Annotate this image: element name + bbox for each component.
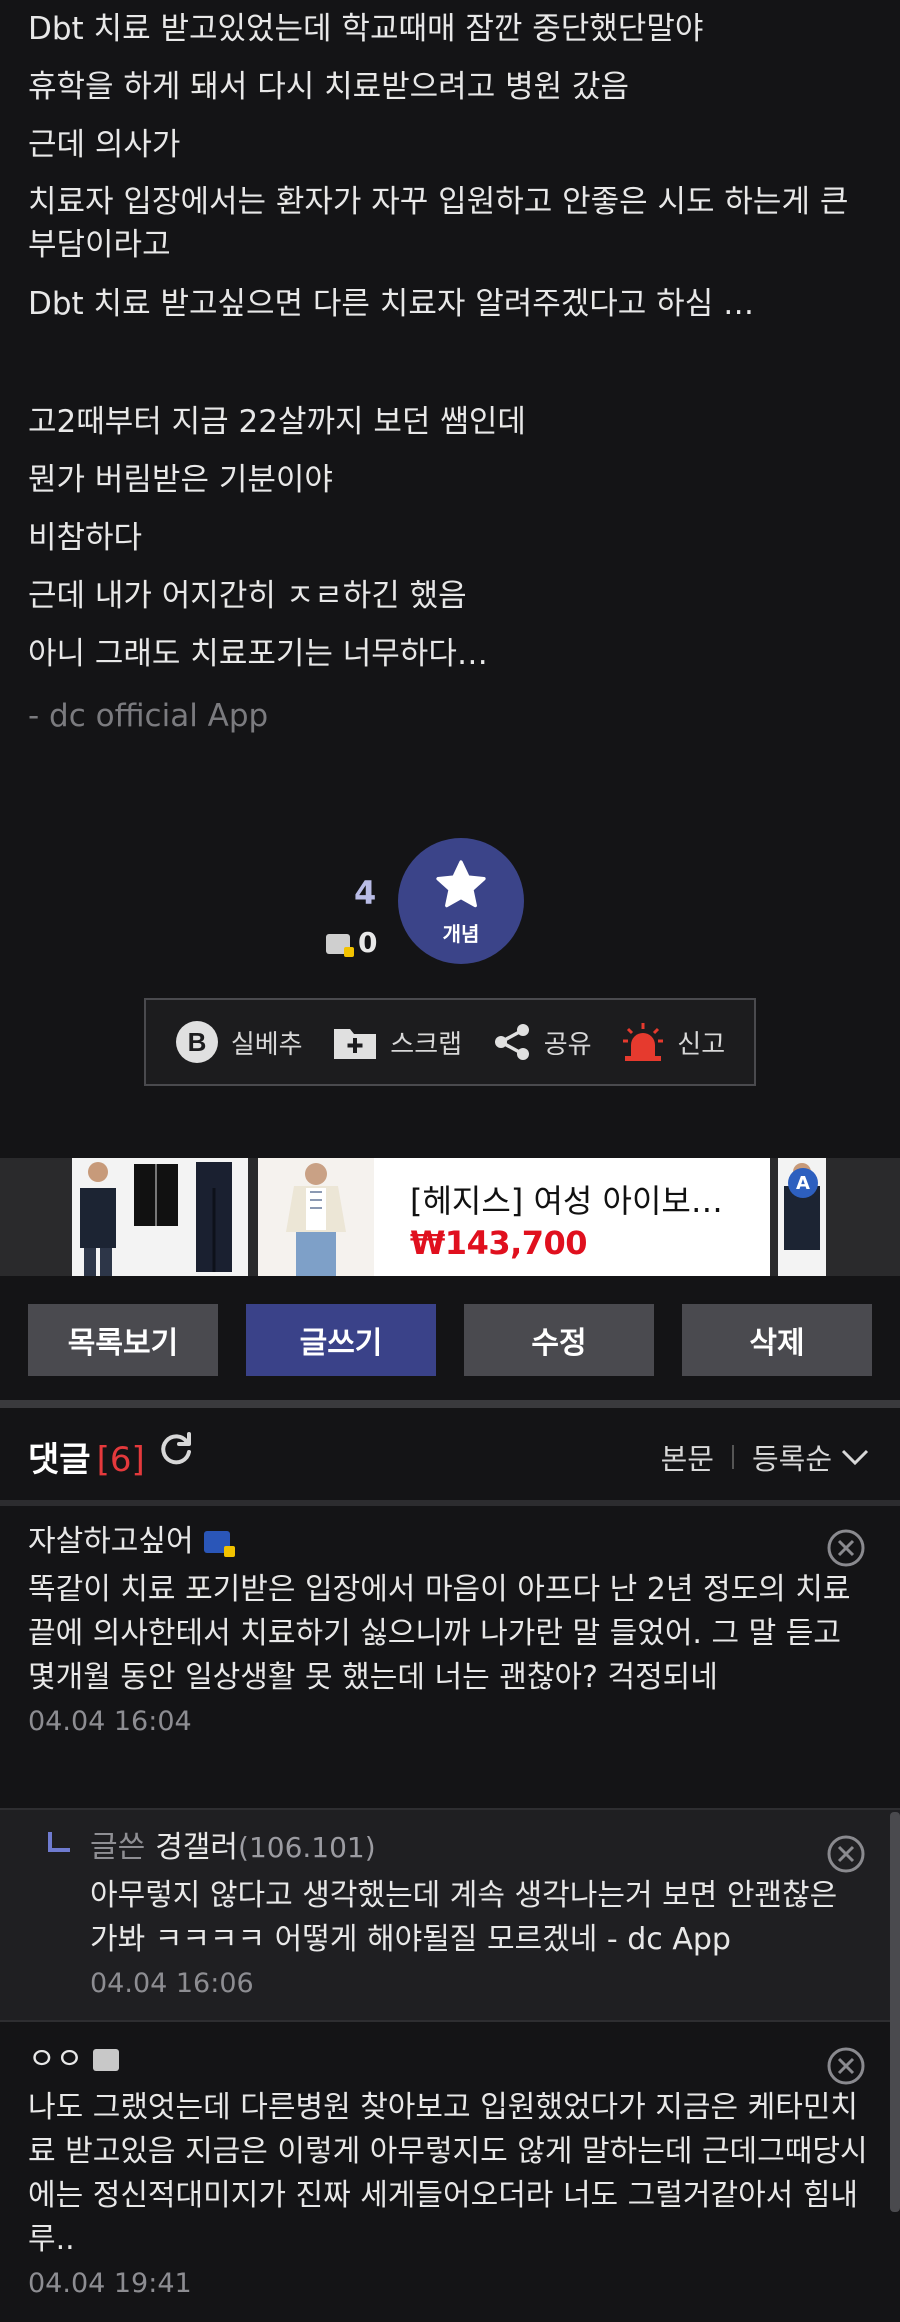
scrap-button[interactable]: 스크랩 — [332, 1023, 462, 1061]
ad-banner[interactable]: [헤지스] 여성 아이보… ₩143,700 A — [0, 1158, 900, 1276]
svg-text:B: B — [187, 1027, 206, 1057]
siren-icon — [623, 1023, 664, 1061]
comment-nickname[interactable]: ㅇㅇ — [28, 2040, 83, 2080]
comment-author: ㅇㅇ — [28, 2040, 870, 2080]
best-b-icon: B — [175, 1021, 218, 1063]
post-line: 휴학을 하게 돼서 다시 치료받으려고 병원 갔음 — [28, 69, 630, 105]
ad-badge-icon: A — [788, 1168, 818, 1198]
edit-button[interactable]: 수정 — [464, 1304, 654, 1376]
post-line: 고2때부터 지금 22살까지 보던 쌤인데 — [28, 404, 526, 440]
post-body: Dbt 치료 받고있었는데 학교때매 잠깐 중단했단말야 휴학을 하게 돼서 다… — [28, 0, 878, 745]
comment-item: ㅇㅇ 나도 그랬엇는데 다른병원 찾아보고 입원했었다가 지금은 케타민치료 받… — [0, 2040, 900, 2299]
comment-sort: 본문 등록순 — [661, 1436, 870, 1478]
post-line: 아니 그래도 치료포기는 너무하다… — [28, 636, 488, 672]
reply-nickname[interactable]: 경갤러(106.101) — [155, 1828, 375, 1868]
scrollbar[interactable] — [890, 1812, 900, 2212]
post-line: 치료자 입장에서는 환자가 자꾸 입원하고 안좋은 시도 하는게 큰 부담이라고 — [28, 184, 849, 263]
half-fixed-user-badge-icon — [93, 2049, 120, 2071]
share-icon — [494, 1024, 529, 1060]
comment-item: 자살하고싶어 똑같이 치료 포기받은 입장에서 마음이 아프다 난 2년 정도의… — [0, 1522, 900, 1737]
reply-text: 아무렇지 않다고 생각했는데 계속 생각나는거 보면 안괜찮은가봐 ㅋㅋㅋㅋ 어… — [90, 1878, 838, 1957]
write-button[interactable]: 글쓰기 — [246, 1304, 436, 1376]
comments-divider — [0, 1500, 900, 1506]
comments-header: 댓글 [6] 본문 등록순 — [0, 1408, 900, 1500]
fixed-count-value: 0 — [358, 926, 378, 959]
report-button[interactable]: 신고 — [621, 1021, 725, 1063]
comment-nickname[interactable]: 자살하고싶어 — [28, 1522, 194, 1562]
sort-order-select[interactable]: 등록순 — [752, 1436, 870, 1478]
delete-button[interactable]: 삭제 — [682, 1304, 872, 1376]
fixed-user-icon — [326, 934, 354, 957]
post-signature: - dc official App — [28, 698, 269, 734]
ad-product-image-women — [258, 1158, 374, 1276]
post-line: 근데 내가 어지간히 ㅈㄹ하긴 했음 — [28, 578, 467, 614]
comment-date: 04.04 16:04 — [28, 1706, 192, 1737]
recommend-button[interactable]: 개념 — [398, 838, 524, 964]
sort-separator — [731, 1445, 734, 1469]
section-divider — [0, 1400, 900, 1408]
comments-title: 댓글 [6] — [28, 1432, 145, 1481]
scrap-folder-icon — [334, 1029, 377, 1059]
comment-separator — [0, 2020, 900, 2022]
post-line: Dbt 치료 받고있었는데 학교때매 잠깐 중단했단말야 — [28, 11, 704, 47]
comment-text: 나도 그랬엇는데 다른병원 찾아보고 입원했었다가 지금은 케타민치료 받고있음… — [28, 2090, 868, 2257]
action-label: 공유 — [543, 1029, 592, 1060]
comment-delete-icon[interactable] — [826, 1528, 866, 1568]
post-action-bar: B 실베추 스크랩 공유 신고 — [144, 998, 756, 1086]
recommend-count: 4 — [354, 874, 377, 912]
reply-author: 글쓴 경갤러(106.101) — [90, 1828, 864, 1868]
ad-product-image-men — [72, 1158, 248, 1276]
reply-nickname-text: 경갤러 — [155, 1830, 239, 1865]
action-label: 신고 — [677, 1029, 726, 1060]
comment-author: 자살하고싶어 — [28, 1522, 870, 1562]
ad-title: [헤지스] 여성 아이보… — [410, 1182, 723, 1220]
refresh-icon[interactable] — [156, 1430, 196, 1470]
reply-item: 글쓴 경갤러(106.101) 아무렇지 않다고 생각했는데 계속 생각나는거 … — [0, 1828, 900, 1999]
reply-date: 04.04 16:06 — [90, 1968, 254, 1999]
post-line: 뭔가 버림받은 기분이야 — [28, 462, 333, 498]
best-recommend-button[interactable]: B 실베추 — [175, 1020, 303, 1064]
star-icon — [436, 859, 486, 907]
comments-title-text: 댓글 — [28, 1440, 91, 1480]
share-button[interactable]: 공유 — [492, 1022, 592, 1062]
comment-delete-icon[interactable] — [826, 2046, 866, 2086]
comment-date: 04.04 19:41 — [28, 2268, 192, 2299]
action-label: 스크랩 — [390, 1029, 463, 1060]
fixed-user-badge-icon — [203, 1531, 235, 1557]
post-line: 비참하다 — [28, 520, 143, 556]
reply-author-prefix: 글쓴 — [90, 1830, 146, 1865]
post-line: Dbt 치료 받고싶으면 다른 치료자 알려주겠다고 하심 … — [28, 286, 755, 322]
vote-area: 4 0 개념 — [0, 838, 900, 968]
chevron-down-icon — [841, 1449, 869, 1466]
fixed-recommend-count: 0 — [326, 926, 377, 959]
ad-price: ₩143,700 — [410, 1224, 588, 1262]
list-button[interactable]: 목록보기 — [28, 1304, 218, 1376]
comment-text: 똑같이 치료 포기받은 입장에서 마음이 아프다 난 2년 정도의 치료 끝에 … — [28, 1572, 851, 1695]
recommend-button-label: 개념 — [442, 921, 480, 946]
reply-delete-icon[interactable] — [826, 1834, 866, 1874]
sort-order-label: 등록순 — [751, 1442, 832, 1476]
action-label: 실베추 — [230, 1029, 303, 1060]
board-button-row: 목록보기 글쓰기 수정 삭제 — [28, 1304, 872, 1376]
reply-ip: (106.101) — [238, 1831, 376, 1864]
sort-body-link[interactable]: 본문 — [661, 1436, 714, 1478]
post-line: 근데 의사가 — [28, 127, 181, 163]
comment-count: [6] — [96, 1440, 145, 1480]
